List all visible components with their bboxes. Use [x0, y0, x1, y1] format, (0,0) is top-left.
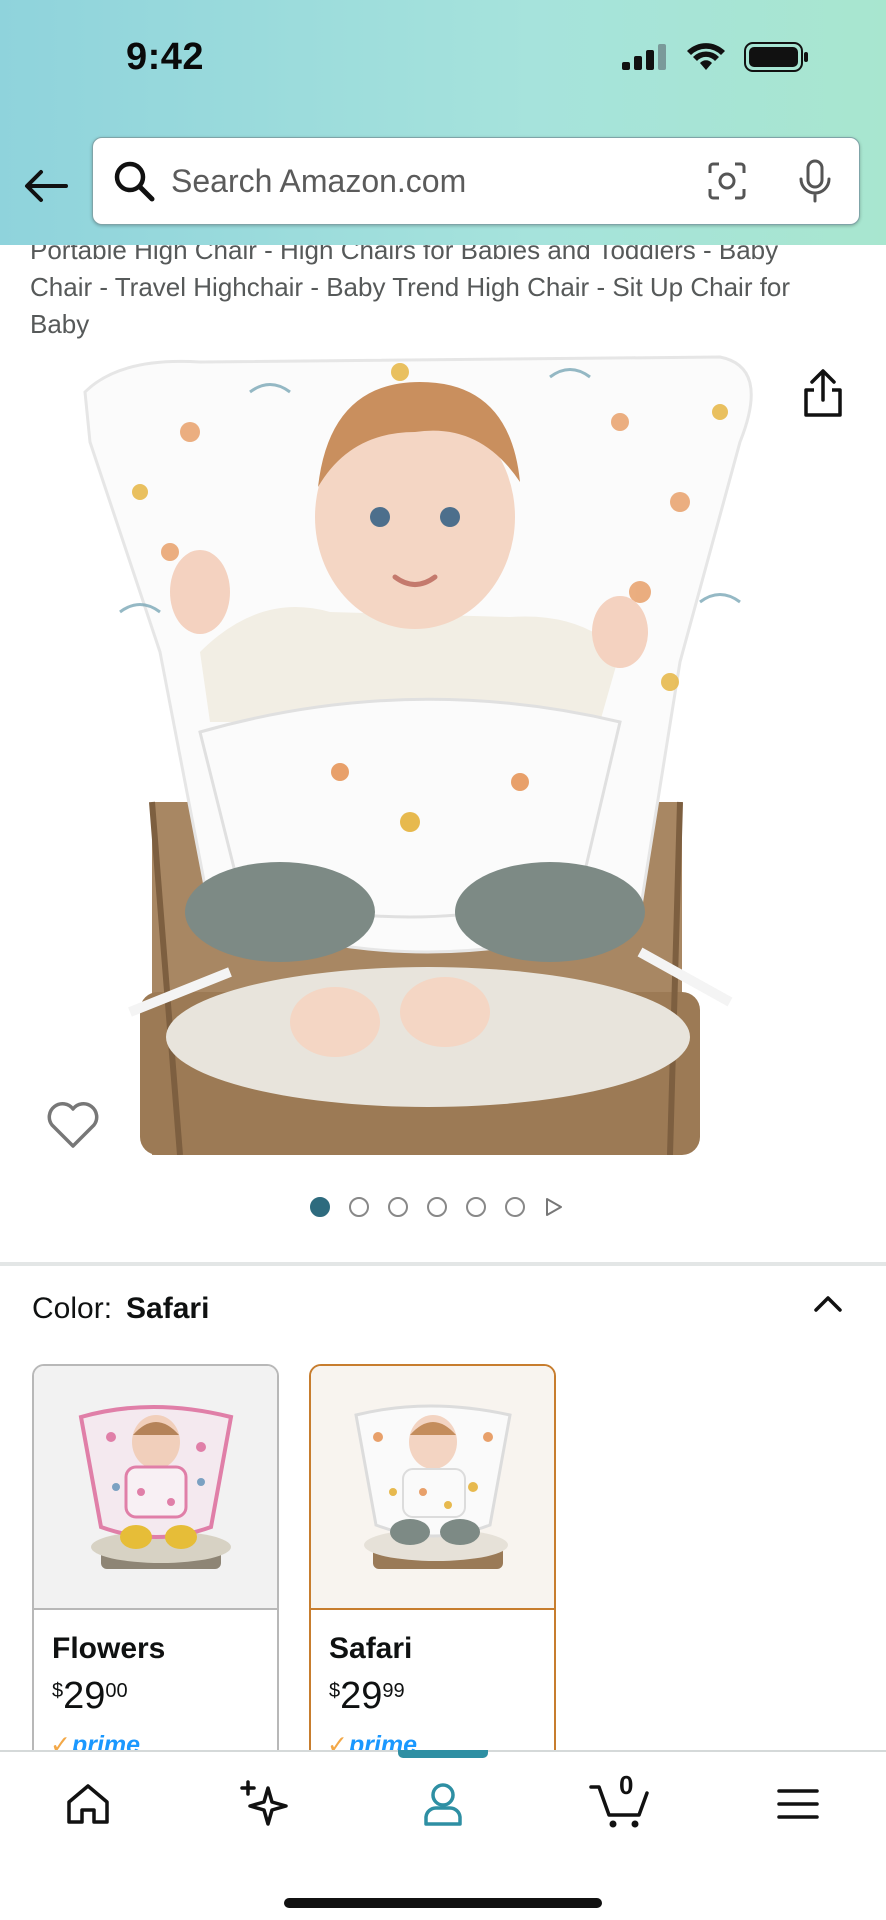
nav-home[interactable] — [48, 1772, 128, 1836]
share-icon — [804, 369, 842, 417]
status-icons — [622, 42, 810, 72]
app-screen: 9:42 Search Amazon.com Portable High Cha… — [0, 0, 886, 1920]
search-icon — [114, 161, 155, 202]
chevron-up-icon — [814, 1296, 842, 1312]
price-whole: 29 — [340, 1675, 383, 1717]
product-image — [83, 355, 753, 1155]
section-divider — [0, 1262, 886, 1266]
swatch-thumbnail — [311, 1366, 554, 1610]
microphone-icon — [799, 159, 831, 203]
collapse-variations-button[interactable] — [808, 1288, 848, 1318]
top-header: 9:42 — [0, 0, 886, 245]
selected-color-value: Safari — [126, 1292, 210, 1325]
bottom-navigation: 0 — [0, 1750, 886, 1920]
nav-ai-assistant[interactable] — [225, 1772, 305, 1836]
search-bar[interactable] — [92, 137, 860, 225]
color-option-flowers[interactable]: Flowers $29 00 ✓prime — [32, 1364, 279, 1764]
pagination-dot[interactable] — [427, 1197, 447, 1217]
menu-icon — [777, 1789, 819, 1819]
nav-menu[interactable] — [758, 1772, 838, 1836]
color-label: Color: — [32, 1292, 113, 1325]
home-icon — [67, 1784, 109, 1824]
back-arrow-icon — [25, 170, 68, 202]
camera-lens-icon — [708, 162, 746, 200]
safari-variant-image — [353, 1404, 512, 1569]
account-icon — [424, 1783, 462, 1826]
ai-sparkle-icon — [240, 1780, 288, 1826]
price-whole: 29 — [63, 1675, 106, 1717]
nav-account[interactable] — [403, 1772, 483, 1836]
product-image-carousel[interactable] — [0, 352, 886, 1155]
flowers-variant-image — [78, 1405, 233, 1569]
color-option-safari[interactable]: Safari $29 99 ✓prime — [309, 1364, 556, 1764]
back-button[interactable] — [20, 160, 72, 212]
product-title: Portable High Chair - High Chairs for Ba… — [30, 235, 791, 339]
option-name: Flowers — [52, 1632, 166, 1665]
pagination-dot[interactable] — [466, 1197, 486, 1217]
active-tab-indicator — [398, 1750, 488, 1758]
option-name: Safari — [329, 1632, 413, 1665]
heart-icon — [47, 1102, 99, 1148]
pagination-dot[interactable] — [388, 1197, 408, 1217]
voice-search-button[interactable] — [791, 157, 839, 205]
pagination-dot[interactable] — [505, 1197, 525, 1217]
option-price: $29 99 — [329, 1674, 405, 1718]
cellular-signal-icon — [622, 44, 666, 70]
price-fraction: 99 — [382, 1680, 405, 1702]
home-indicator-bar — [284, 1898, 602, 1908]
play-video-icon[interactable] — [544, 1197, 564, 1217]
search-input[interactable] — [157, 138, 703, 224]
pagination-dot[interactable] — [310, 1197, 330, 1217]
status-time: 9:42 — [126, 36, 205, 78]
share-button[interactable] — [800, 368, 846, 418]
battery-icon — [744, 42, 808, 72]
color-selector-header: Color: Safari — [32, 1292, 209, 1326]
wishlist-button[interactable] — [46, 1100, 100, 1150]
swatch-thumbnail — [34, 1366, 277, 1610]
cart-count-badge: 0 — [619, 1770, 634, 1800]
nav-cart[interactable]: 0 — [580, 1770, 660, 1836]
wifi-icon — [687, 43, 725, 70]
price-symbol: $ — [329, 1680, 341, 1702]
image-pagination — [310, 1197, 564, 1217]
camera-search-button[interactable] — [703, 157, 751, 205]
option-price: $29 00 — [52, 1674, 128, 1718]
price-fraction: 00 — [105, 1680, 128, 1702]
pagination-dot[interactable] — [349, 1197, 369, 1217]
price-symbol: $ — [52, 1680, 64, 1702]
